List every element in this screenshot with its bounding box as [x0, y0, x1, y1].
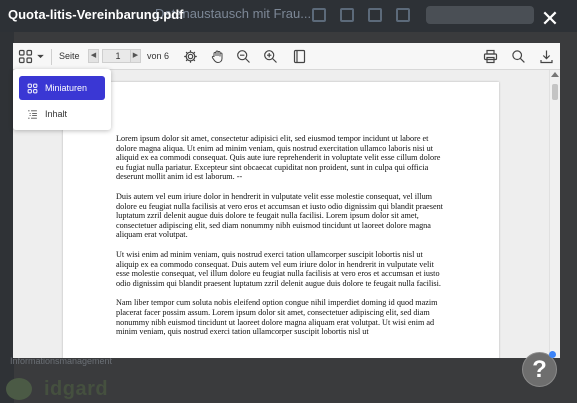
- background-toolbar-icons: [312, 8, 410, 22]
- download-icon[interactable]: [538, 48, 555, 65]
- paragraph: Nam liber tempor cum soluta nobis eleife…: [116, 298, 438, 337]
- scroll-up-icon[interactable]: [551, 72, 559, 77]
- zoom-out-icon[interactable]: [235, 48, 252, 65]
- scroll-thumb[interactable]: [552, 84, 558, 100]
- dropdown-item-contents[interactable]: Inhalt: [19, 102, 105, 126]
- paragraph: Duis autem vel eum iriure dolor in hendr…: [116, 191, 443, 240]
- paragraph: Ut wisi enim ad minim veniam, quis nostr…: [116, 249, 441, 288]
- next-page-button[interactable]: ▶: [130, 49, 141, 63]
- search-icon[interactable]: [510, 48, 527, 65]
- edit-icon: [368, 8, 382, 22]
- dropdown-item-label: Inhalt: [45, 109, 68, 119]
- background-search: [426, 6, 534, 24]
- vertical-scrollbar[interactable]: [549, 70, 560, 358]
- file-title: Quota-litis-Vereinbarung.pdf: [8, 7, 184, 22]
- page-label: Seite: [59, 51, 80, 61]
- document-page: Lorem ipsum dolor sit amet, consectetur …: [63, 82, 499, 358]
- prev-page-button[interactable]: ◀: [88, 49, 99, 63]
- print-icon[interactable]: [482, 48, 499, 65]
- dropdown-item-label: Miniaturen: [45, 83, 88, 93]
- logo: idgard: [44, 378, 109, 400]
- plus-icon: [312, 8, 326, 22]
- upload-icon: [340, 8, 354, 22]
- logo-mark-icon: [6, 378, 32, 400]
- menu-icon: [396, 8, 410, 22]
- chevron-down-icon[interactable]: [35, 48, 46, 65]
- settings-icon[interactable]: [182, 48, 199, 65]
- hand-icon[interactable]: [209, 48, 226, 65]
- paragraph: Lorem ipsum dolor sit amet, consectetur …: [116, 134, 441, 182]
- toolbar-divider: [51, 49, 52, 65]
- background-sidebar: [0, 32, 14, 403]
- zoom-in-icon[interactable]: [262, 48, 279, 65]
- notification-dot: [549, 351, 556, 358]
- thumbnails-icon: [19, 83, 45, 94]
- thumbnails-icon[interactable]: [17, 48, 34, 65]
- list-icon: [19, 109, 45, 120]
- page-count: von 6: [147, 51, 170, 61]
- dropdown-item-thumbnails[interactable]: Miniaturen: [19, 76, 105, 100]
- sidebar-mode-dropdown: Miniaturen Inhalt: [13, 69, 111, 130]
- close-button[interactable]: ✕: [540, 8, 560, 30]
- page-layout-icon[interactable]: [291, 48, 308, 65]
- viewer-toolbar: Seite ◀ ▶ von 6: [13, 43, 560, 70]
